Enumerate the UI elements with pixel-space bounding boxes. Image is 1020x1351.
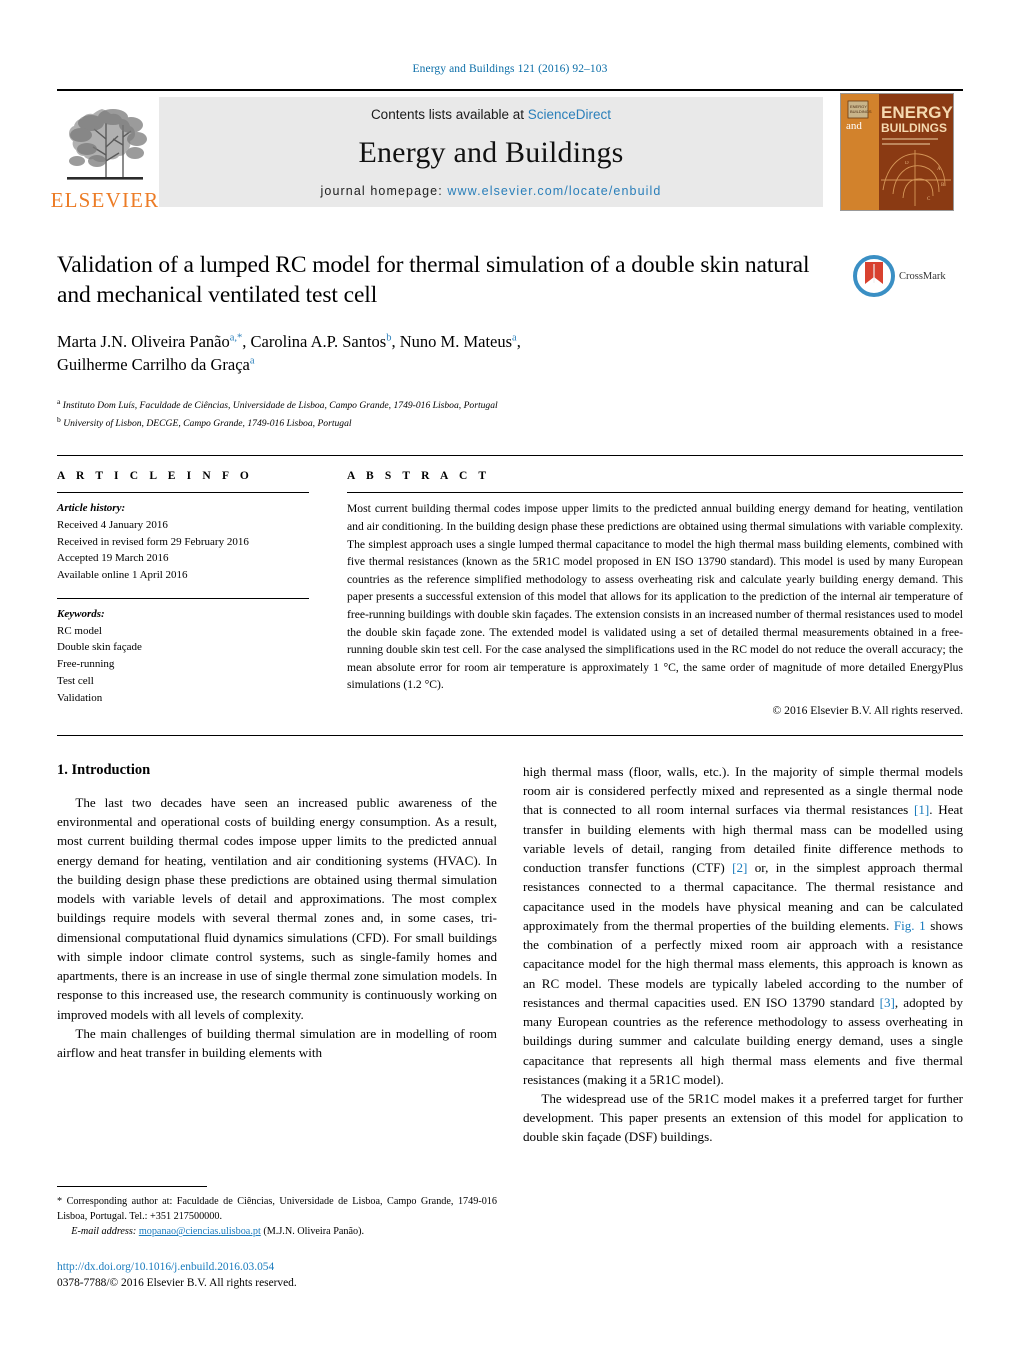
keyword-2: Free-running [57,658,115,671]
intro-paragraph-2: The main challenges of building thermal … [57,1025,497,1061]
author-name-1: Carolina A.P. Santos [250,331,387,351]
history-item-2: Accepted 19 March 2016 [57,552,169,565]
contents-prefix: Contents lists available at [370,107,528,122]
affiliations-block: a Instituto Dom Luís, Faculdade de Ciênc… [57,396,963,431]
info-abstract-region: A R T I C L E I N F O Article history: R… [57,455,963,717]
author-marks-3[interactable]: a [250,355,255,366]
abstract-text: Most current building thermal codes impo… [347,502,963,692]
running-head: Energy and Buildings 121 (2016) 92–103 [412,63,608,75]
citation-ref-3[interactable]: [3] [880,995,895,1010]
affiliation-mark-b: b [57,414,61,424]
affiliation-a: a Instituto Dom Luís, Faculdade de Ciênc… [57,396,963,414]
divider [57,492,309,494]
email-label: E-mail address: [71,1226,137,1238]
abstract-column: A B S T R A C T Most current building th… [347,470,963,717]
article-history-label: Article history: [57,502,126,515]
citation-ref-2[interactable]: [2] [732,860,747,875]
issn-copyright-line: 0378-7788/© 2016 Elsevier B.V. All right… [57,1277,297,1290]
svg-text:A: A [937,167,941,172]
elsevier-tree-icon [67,109,147,180]
email-link[interactable]: mopanao@ciencias.ulisboa.pt [139,1226,261,1237]
author-marks-1[interactable]: b [386,332,391,343]
journal-homepage-line: journal homepage: www.elsevier.com/locat… [321,184,662,198]
svg-text:and: and [846,120,862,132]
affiliation-mark-a: a [57,396,61,406]
affiliation-text-a: Instituto Dom Luís, Faculdade de Ciência… [62,400,498,412]
email-owner: (M.J.N. Oliveira Panão). [263,1226,365,1238]
elsevier-logo: ELSEVIER [51,91,158,213]
homepage-prefix: journal homepage: [320,184,448,198]
article-info-heading: A R T I C L E I N F O [57,470,253,483]
keywords-label: Keywords: [57,607,105,620]
footnote-area: * Corresponding author at: Faculdade de … [57,1186,497,1292]
body-column-right: high thermal mass (floor, walls, etc.). … [523,762,963,1147]
paper-page: Energy and Buildings 121 (2016) 92–103 E… [0,0,1020,1351]
author-name-3: Guilherme Carrilho da Graça [57,354,250,374]
sciencedirect-link[interactable]: ScienceDirect [528,107,611,122]
intro-paragraph-1: The last two decades have seen an increa… [57,795,497,1022]
abstract-heading: A B S T R A C T [347,470,491,483]
keywords-block: Keywords: RC model Double skin façade Fr… [57,597,329,706]
intro-text-seg-1: high thermal mass (floor, walls, etc.). … [523,764,963,818]
divider [347,492,963,494]
body-column-left: 1. Introduction The last two decades hav… [57,762,497,1062]
journal-banner: Contents lists available at ScienceDirec… [159,97,823,207]
keyword-1: Double skin façade [57,641,142,654]
intro-paragraph-3: high thermal mass (floor, walls, etc.). … [523,762,963,1089]
history-item-1: Received in revised form 29 February 201… [57,535,249,548]
crossmark-icon [853,255,895,297]
contents-available-line: Contents lists available at ScienceDirec… [371,107,611,122]
journal-cover-image: ENERGY BUILDINGS and ENERGY BUILDINGS A … [840,93,954,211]
author-list: Marta J.N. Oliveira Panãoa,*, Carolina A… [57,331,521,374]
article-info-column: A R T I C L E I N F O Article history: R… [57,470,347,706]
elsevier-wordmark: ELSEVIER [50,188,160,212]
author-marks-0[interactable]: a,* [230,332,243,343]
crossmark-label: CrossMark [899,270,946,282]
affiliation-b: b University of Lisbon, DECGE, Campo Gra… [57,414,963,432]
page-title: Validation of a lumped RC model for ther… [57,252,810,308]
divider [57,1186,207,1187]
history-item-3: Available online 1 April 2016 [57,569,188,582]
affiliation-text-b: University of Lisbon, DECGE, Campo Grand… [63,417,352,429]
article-history-block: Article history: Received 4 January 2016… [57,500,329,584]
title-block: Validation of a lumped RC model for ther… [57,251,963,376]
journal-masthead: ELSEVIER Contents lists available at Sci… [51,89,963,213]
citation-ref-1[interactable]: [1] [914,802,929,817]
journal-cover-thumbnail: ENERGY BUILDINGS and ENERGY BUILDINGS A … [831,91,963,213]
svg-text:D: D [905,161,909,166]
keyword-0: RC model [57,624,102,637]
keyword-4: Validation [57,691,103,704]
svg-text:ENERGY: ENERGY [881,103,953,122]
author-name-2: Nuno M. Mateus [399,331,513,351]
journal-title: Energy and Buildings [358,136,624,169]
footer-doi-block: http://dx.doi.org/10.1016/j.enbuild.2016… [57,1259,497,1291]
corresponding-author-note: * Corresponding author at: Faculdade de … [57,1196,497,1223]
divider [57,597,309,599]
intro-paragraph-4: The widespread use of the 5R1C model mak… [523,1091,963,1145]
figure-ref-1[interactable]: Fig. 1 [894,918,926,933]
divider [57,735,963,737]
crossmark-badge[interactable]: CrossMark [853,251,963,297]
svg-text:BUILDINGS: BUILDINGS [881,121,947,135]
abstract-copyright: © 2016 Elsevier B.V. All rights reserved… [772,704,963,718]
history-item-0: Received 4 January 2016 [57,519,168,532]
homepage-url-link[interactable]: www.elsevier.com/locate/enbuild [447,184,661,198]
author-marks-2[interactable]: a [512,332,517,343]
keyword-3: Test cell [57,674,94,687]
doi-link[interactable]: http://dx.doi.org/10.1016/j.enbuild.2016… [57,1259,497,1275]
section-heading-introduction: 1. Introduction [57,762,151,779]
author-name-0: Marta J.N. Oliveira Panão [57,331,230,351]
body-columns: 1. Introduction The last two decades hav… [57,762,963,1147]
email-note: E-mail address: mopanao@ciencias.ulisboa… [57,1224,497,1239]
svg-text:BUILDINGS: BUILDINGS [850,109,872,114]
